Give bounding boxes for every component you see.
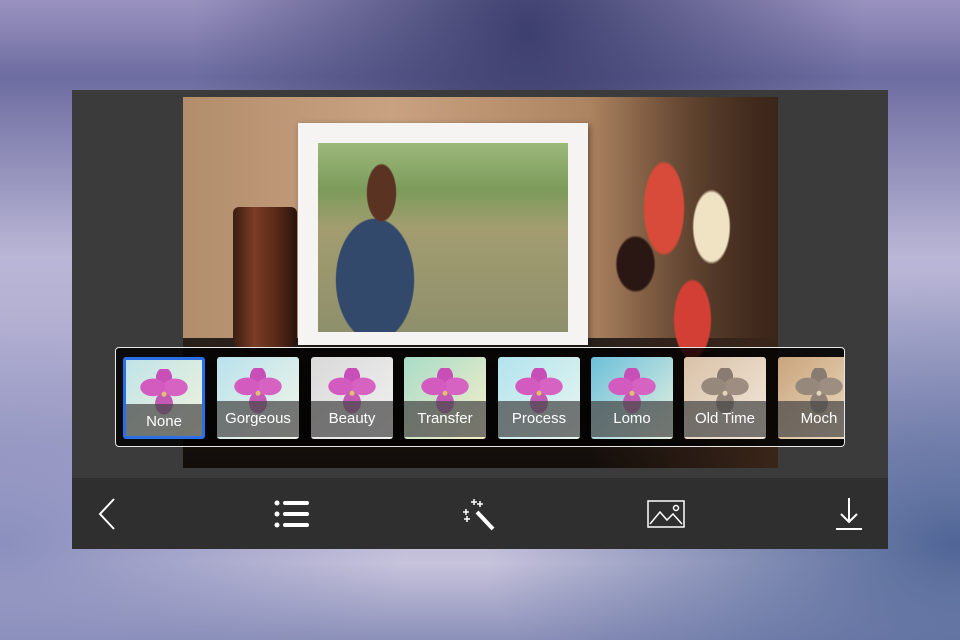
back-chevron-icon bbox=[98, 498, 115, 530]
image-icon bbox=[647, 500, 685, 528]
effects-button[interactable] bbox=[459, 496, 499, 532]
vase bbox=[233, 207, 297, 347]
list-icon bbox=[274, 500, 309, 528]
filter-label: Gorgeous bbox=[217, 401, 299, 437]
user-photo[interactable] bbox=[318, 143, 568, 332]
filter-label: Old Time bbox=[684, 401, 766, 437]
filter-strip[interactable]: None Gorgeous Beauty Transfer Process Lomo Old… bbox=[115, 347, 845, 447]
filter-none[interactable]: None bbox=[123, 357, 205, 439]
bottom-toolbar bbox=[72, 478, 888, 549]
filter-old-time[interactable]: Old Time bbox=[684, 357, 766, 439]
filter-label: None bbox=[126, 404, 202, 436]
filter-label: Moch bbox=[778, 401, 844, 437]
photo-frame bbox=[298, 123, 588, 345]
filter-label: Beauty bbox=[311, 401, 393, 437]
filter-lomo[interactable]: Lomo bbox=[591, 357, 673, 439]
person bbox=[323, 158, 453, 332]
frames-list-button[interactable] bbox=[272, 496, 312, 532]
filter-beauty[interactable]: Beauty bbox=[311, 357, 393, 439]
filter-label: Process bbox=[498, 401, 580, 437]
filter-process[interactable]: Process bbox=[498, 357, 580, 439]
filter-transfer[interactable]: Transfer bbox=[404, 357, 486, 439]
save-button[interactable] bbox=[829, 496, 869, 532]
filter-label: Lomo bbox=[591, 401, 673, 437]
back-button[interactable] bbox=[88, 496, 128, 532]
filter-gorgeous[interactable]: Gorgeous bbox=[217, 357, 299, 439]
download-icon bbox=[836, 498, 862, 530]
editor-panel: None Gorgeous Beauty Transfer Process Lomo Old… bbox=[72, 90, 888, 549]
filter-moch[interactable]: Moch bbox=[778, 357, 844, 439]
magic-wand-icon bbox=[463, 499, 495, 531]
background-image-button[interactable] bbox=[646, 496, 686, 532]
filter-label: Transfer bbox=[404, 401, 486, 437]
